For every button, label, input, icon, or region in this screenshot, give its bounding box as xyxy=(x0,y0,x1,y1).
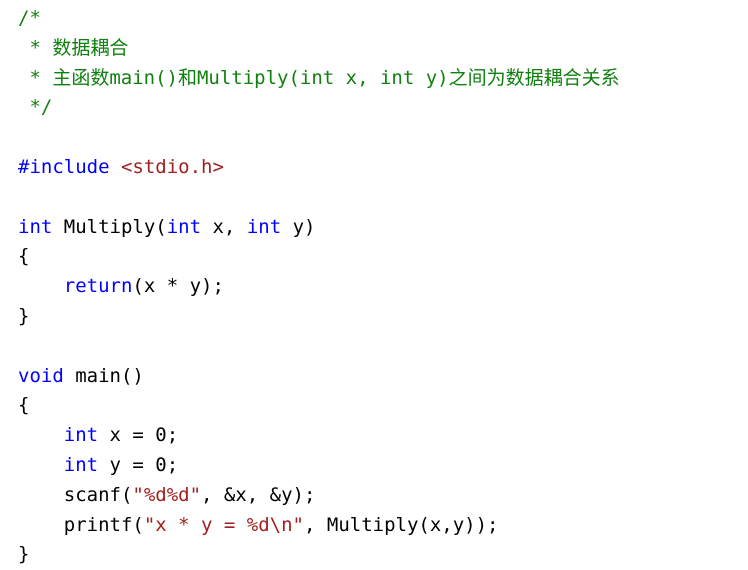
code-token-plain: scanf( xyxy=(18,483,133,506)
code-line: * 主函数main()和Multiply(int x, int y)之间为数据耦… xyxy=(18,64,748,94)
code-token-plain: { xyxy=(18,245,30,268)
code-blank-line: ​ xyxy=(18,332,748,362)
code-token-plain: } xyxy=(18,543,30,566)
code-token-keyword: return xyxy=(63,275,133,298)
code-token-keyword: int xyxy=(63,453,99,476)
code-token-plain: , &x, &y); xyxy=(201,483,316,506)
code-token-comment: * 数据耦合 xyxy=(18,36,129,59)
code-line: int x = 0; xyxy=(18,421,748,451)
code-line: ​ xyxy=(18,332,748,362)
code-line: /* xyxy=(18,4,748,34)
code-token-plain: printf( xyxy=(18,513,144,536)
code-line: int y = 0; xyxy=(18,451,748,481)
code-token-plain: main() xyxy=(63,364,144,387)
code-line: { xyxy=(18,242,748,272)
code-line: { xyxy=(18,391,748,421)
code-token-plain: x = 0; xyxy=(98,424,179,447)
code-token-plain: (x * y); xyxy=(132,275,224,298)
code-token-comment: */ xyxy=(18,96,53,119)
code-token-plain: , Multiply(x,y)); xyxy=(304,513,499,536)
code-line: * 数据耦合 xyxy=(18,34,748,64)
code-token-string: "%d%d" xyxy=(132,483,202,506)
code-line: ​ xyxy=(18,123,748,153)
code-token-plain: { xyxy=(18,394,30,417)
code-blank-line: ​ xyxy=(18,183,748,213)
code-token-keyword: int xyxy=(246,215,282,238)
code-token-plain: y = 0; xyxy=(98,453,179,476)
code-token-keyword: int xyxy=(18,215,53,238)
code-line: #include <stdio.h> xyxy=(18,153,748,183)
code-token-plain: x, xyxy=(201,215,247,238)
code-line: void main() xyxy=(18,362,748,392)
code-token-comment: * 主函数main()和Multiply(int x, int y)之间为数据耦… xyxy=(18,66,620,89)
code-token-keyword: #include xyxy=(18,155,121,178)
code-line: */ xyxy=(18,93,748,123)
code-token-plain: } xyxy=(18,304,30,327)
code-token-string: <stdio.h> xyxy=(120,155,224,178)
code-token-plain: Multiply( xyxy=(52,215,167,238)
code-line: int Multiply(int x, int y) xyxy=(18,213,748,243)
code-token-string: "x * y = %d\n" xyxy=(143,513,304,536)
code-line: ​ xyxy=(18,183,748,213)
code-listing[interactable]: /* * 数据耦合 * 主函数main()和Multiply(int x, in… xyxy=(0,0,748,570)
code-token-keyword: int xyxy=(166,215,202,238)
code-line: printf("x * y = %d\n", Multiply(x,y)); xyxy=(18,511,748,541)
code-token-keyword: void xyxy=(18,364,64,387)
code-token-comment: /* xyxy=(18,7,41,29)
code-blank-line: ​ xyxy=(18,123,748,153)
code-line: scanf("%d%d", &x, &y); xyxy=(18,481,748,511)
code-line: } xyxy=(18,302,748,332)
code-token-plain: y) xyxy=(281,215,316,238)
code-token-keyword: int xyxy=(63,424,99,447)
code-line: return(x * y); xyxy=(18,272,748,302)
